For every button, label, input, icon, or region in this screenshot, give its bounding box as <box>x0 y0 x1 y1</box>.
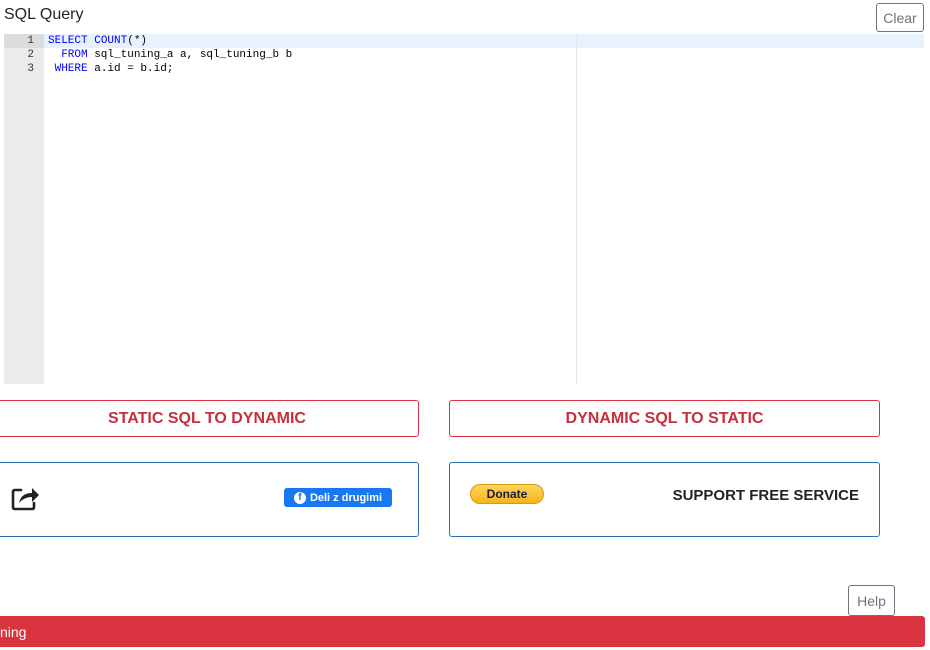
sql-keyword: FROM <box>61 49 88 61</box>
donate-button[interactable]: Donate <box>470 484 544 504</box>
code-text: sql_tuning_a a, sql_tuning_b b <box>87 49 293 61</box>
support-text: SUPPORT FREE SERVICE <box>672 487 859 504</box>
line-number: 1 <box>27 35 34 47</box>
facebook-share-button[interactable]: f Deli z drugimi <box>284 488 392 507</box>
sql-editor[interactable]: 1 2 3 SELECT COUNT(*) FROM sql_tuning_a … <box>4 34 924 384</box>
active-line-highlight <box>44 34 924 48</box>
static-to-dynamic-button[interactable]: STATIC SQL TO DYNAMIC <box>0 400 419 437</box>
line-number: 3 <box>27 63 34 75</box>
line-number: 2 <box>27 49 34 61</box>
print-margin <box>576 34 577 384</box>
code-text: a.id = b.id; <box>87 63 174 75</box>
code-line[interactable]: SELECT COUNT(*) <box>48 34 147 48</box>
editor-gutter <box>4 34 44 384</box>
code-line[interactable]: WHERE a.id = b.id; <box>48 62 174 76</box>
facebook-share-label: Deli z drugimi <box>309 491 383 504</box>
code-text: (*) <box>127 35 148 47</box>
sql-function: COUNT <box>94 35 128 47</box>
sql-keyword: SELECT <box>48 35 88 47</box>
help-button[interactable]: Help <box>848 585 895 616</box>
share-icon[interactable] <box>10 483 40 511</box>
code-line[interactable]: FROM sql_tuning_a a, sql_tuning_b b <box>48 48 292 62</box>
facebook-icon: f <box>293 491 306 504</box>
share-card: f Deli z drugimi <box>0 462 419 537</box>
page-title: SQL Query <box>4 6 84 23</box>
status-bar[interactable]: ning <box>0 616 925 647</box>
dynamic-to-static-button[interactable]: DYNAMIC SQL TO STATIC <box>449 400 880 437</box>
clear-button[interactable]: Clear <box>876 3 924 32</box>
support-card: Donate SUPPORT FREE SERVICE <box>449 462 880 537</box>
sql-keyword: WHERE <box>54 63 88 75</box>
